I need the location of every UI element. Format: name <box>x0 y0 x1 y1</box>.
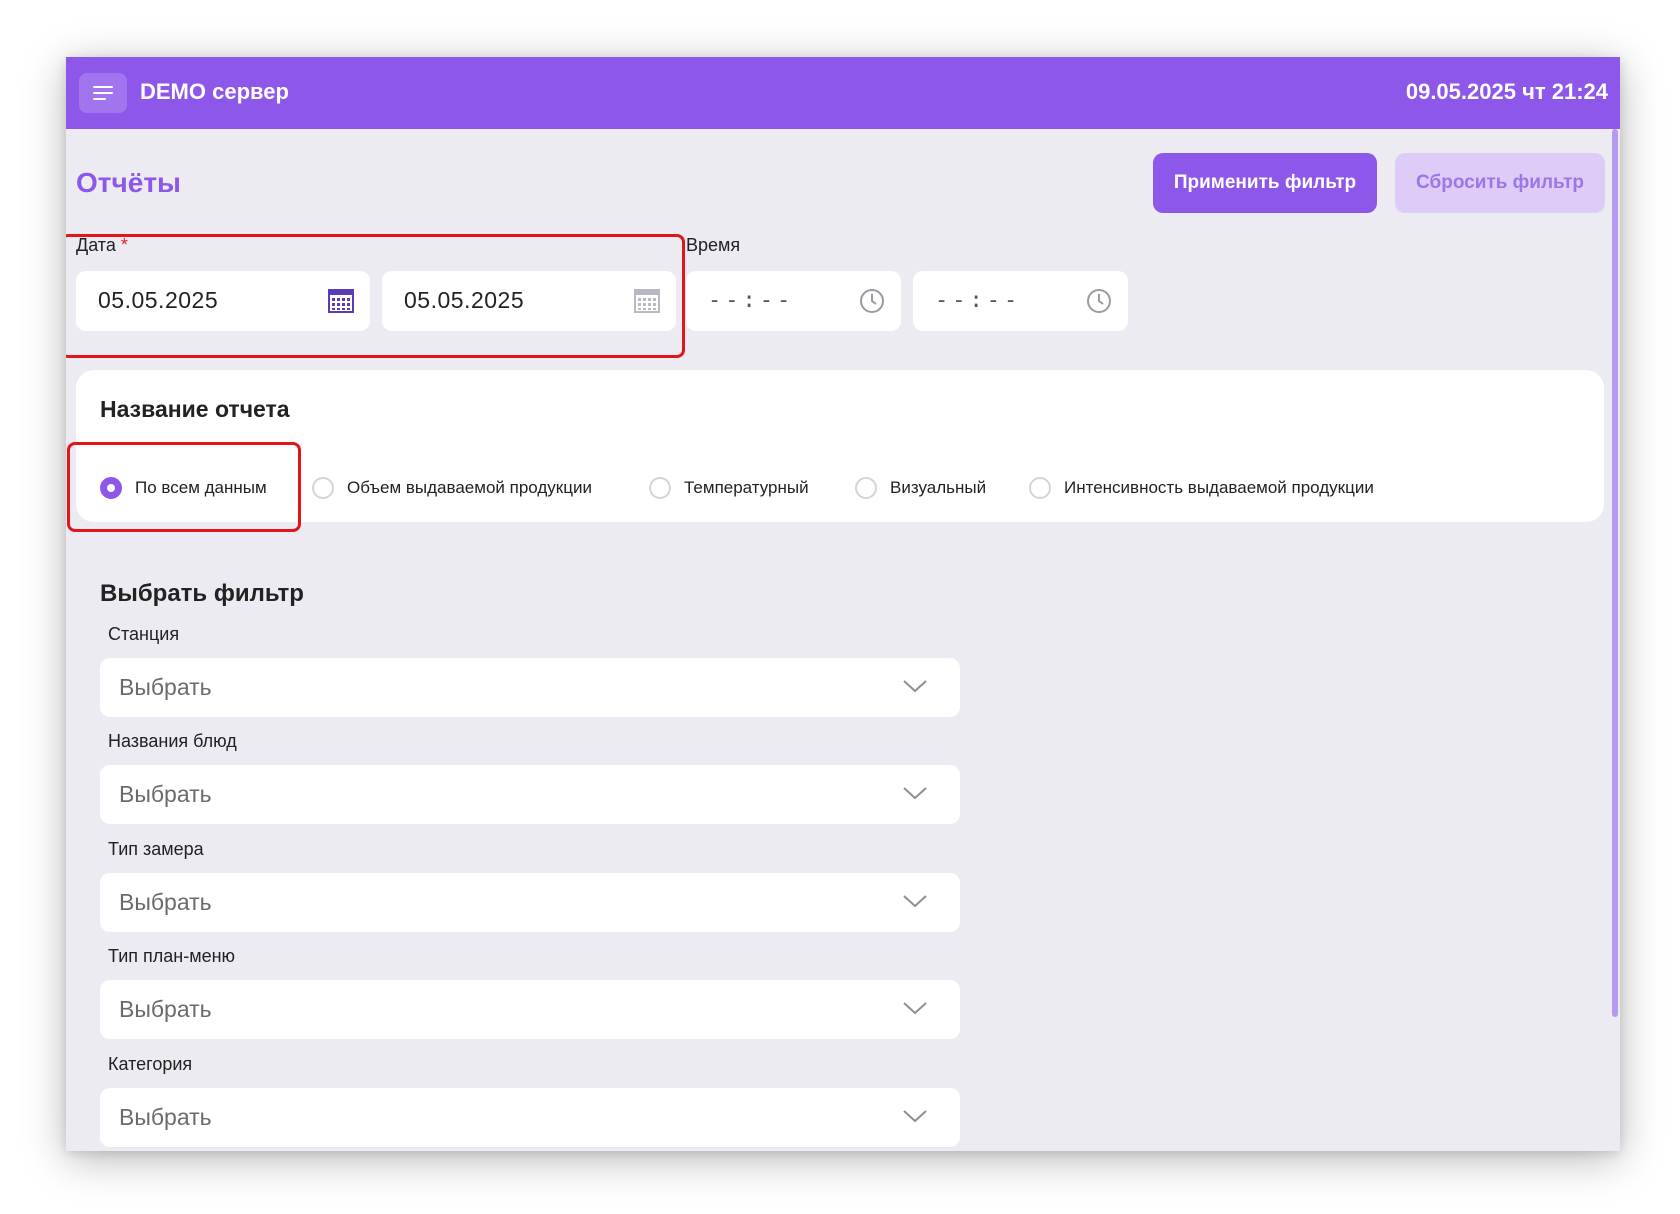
radio-output-intensity[interactable]: Интенсивность выдаваемой продукции <box>1029 477 1374 499</box>
clock-icon[interactable] <box>859 288 885 314</box>
dish-names-label: Названия блюд <box>108 731 237 751</box>
radio-circle-checked[interactable] <box>100 477 122 499</box>
top-bar: DEMO сервер 09.05.2025 чт 21:24 <box>66 57 1620 129</box>
calendar-icon[interactable] <box>634 289 660 313</box>
radio-circle[interactable] <box>312 477 334 499</box>
app-window: DEMO сервер 09.05.2025 чт 21:24 Отчёты П… <box>66 57 1620 1151</box>
chevron-down-icon <box>903 1110 927 1123</box>
radio-label: Температурный <box>684 478 809 497</box>
radio-output-volume[interactable]: Объем выдаваемой продукции <box>312 477 592 499</box>
reset-filter-button[interactable]: Сбросить фильтр <box>1395 153 1605 213</box>
apply-filter-button[interactable]: Применить фильтр <box>1153 153 1377 213</box>
date-from-value: 05.05.2025 <box>98 287 219 313</box>
menu-plan-type-select[interactable]: Выбрать <box>100 980 960 1039</box>
radio-circle[interactable] <box>649 477 671 499</box>
chevron-down-icon <box>903 787 927 800</box>
menu-plan-type-label: Тип план-меню <box>108 946 236 966</box>
category-select[interactable]: Выбрать <box>100 1088 960 1147</box>
radio-visual[interactable]: Визуальный <box>855 477 986 499</box>
select-placeholder: Выбрать <box>119 889 212 915</box>
report-name-title: Название отчета <box>100 396 290 422</box>
radio-label: Визуальный <box>890 478 987 497</box>
radio-circle[interactable] <box>855 477 877 499</box>
category-label: Категория <box>108 1054 193 1074</box>
date-to-input[interactable]: 05.05.2025 <box>382 271 676 331</box>
time-from-value: --:-- <box>708 288 795 313</box>
select-placeholder: Выбрать <box>119 1104 212 1130</box>
scrollbar[interactable] <box>1612 129 1618 1017</box>
measure-type-select[interactable]: Выбрать <box>100 873 960 932</box>
station-label: Станция <box>108 624 180 644</box>
radio-label: По всем данным <box>135 478 267 497</box>
report-name-card: Название отчета По всем данным Объем выд… <box>76 370 1604 522</box>
clock-icon[interactable] <box>1086 288 1112 314</box>
current-datetime: 09.05.2025 чт 21:24 <box>1405 79 1608 104</box>
time-from-input[interactable]: --:-- <box>686 271 901 331</box>
date-to-value: 05.05.2025 <box>404 287 525 313</box>
chevron-down-icon <box>903 895 927 908</box>
chevron-down-icon <box>903 680 927 693</box>
radio-label: Объем выдаваемой продукции <box>347 478 592 497</box>
dish-names-select[interactable]: Выбрать <box>100 765 960 824</box>
menu-button[interactable] <box>79 73 127 113</box>
date-from-input[interactable]: 05.05.2025 <box>76 271 370 331</box>
filter-section-title: Выбрать фильтр <box>100 580 304 607</box>
date-label-text: Дата <box>76 235 116 255</box>
page-title: Отчёты <box>76 167 181 198</box>
radio-label: Интенсивность выдаваемой продукции <box>1064 478 1374 497</box>
radio-all-data[interactable]: По всем данным <box>100 477 267 499</box>
server-title: DEMO сервер <box>140 79 289 104</box>
station-select[interactable]: Выбрать <box>100 658 960 717</box>
required-mark: * <box>120 235 128 255</box>
calendar-icon[interactable] <box>328 289 354 313</box>
radio-temperature[interactable]: Температурный <box>649 477 809 499</box>
select-placeholder: Выбрать <box>119 996 212 1022</box>
measure-type-label: Тип замера <box>108 839 204 859</box>
hamburger-icon <box>93 82 113 104</box>
chevron-down-icon <box>903 1002 927 1015</box>
select-placeholder: Выбрать <box>119 781 212 807</box>
time-to-input[interactable]: --:-- <box>913 271 1128 331</box>
time-label: Время <box>686 235 741 255</box>
date-label: Дата * <box>76 235 128 256</box>
select-placeholder: Выбрать <box>119 674 212 700</box>
radio-circle[interactable] <box>1029 477 1051 499</box>
time-to-value: --:-- <box>935 288 1022 313</box>
